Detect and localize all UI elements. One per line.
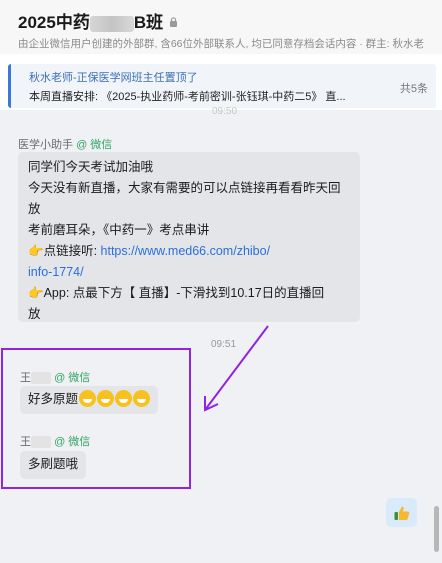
group-title[interactable]: 2025中药 B班 [18, 8, 163, 33]
link-prefix: 点链接听: [43, 244, 101, 258]
pointing-hand-icon: 👉 [28, 244, 44, 258]
message-line: 放 [28, 307, 41, 321]
redacted-text [89, 15, 134, 32]
timestamp: 09:50 [212, 106, 238, 117]
live-link[interactable]: https://www.med66.com/zhibo/ [101, 244, 271, 258]
pinned-count[interactable]: 共5条 [400, 80, 428, 96]
group-title-row: 2025中药 B班 [18, 8, 178, 33]
message-line: 考前磨耳朵，《中药一》考点串讲 [28, 223, 210, 237]
sender-name: 医学小助手 @ 微信 [18, 136, 112, 152]
group-title-suffix: B班 [133, 13, 164, 32]
pinned-by-label: 秋水老师-正保医学网班主任置顶了 [29, 72, 198, 84]
thumbs-up-icon [394, 506, 409, 520]
self-message-bubble[interactable] [386, 498, 417, 527]
sender-label: 医学小助手 [18, 139, 73, 151]
group-title-prefix: 2025中药 [18, 13, 90, 32]
wechat-tag: @ 微信 [76, 139, 113, 151]
app-instruction: App: 点最下方【 直播】-下滑找到10.17日的直播回 [43, 286, 325, 300]
lock-icon [170, 16, 178, 27]
live-link-cont[interactable]: info-1774/ [28, 265, 84, 279]
pinned-message-bar[interactable]: 秋水老师-正保医学网班主任置顶了 本周直播安排: 《2025-执业药师-考前密训… [8, 64, 436, 108]
chat-area[interactable]: 09:50 医学小助手 @ 微信 同学们今天考试加油哦 今天没有新直播，大家有需… [0, 106, 442, 563]
message-line: info-1774/ [28, 262, 350, 283]
message-line: 👉点链接听: https://www.med66.com/zhibo/ [28, 241, 350, 262]
timestamp: 09:51 [211, 339, 237, 350]
pointing-hand-icon: 👉 [28, 286, 44, 300]
group-subtitle: 由企业微信用户创建的外部群, 含66位外部联系人, 均已同意存档会话内容 · 群… [18, 38, 425, 50]
message-line: 放 [28, 202, 41, 216]
message-line: 同学们今天考试加油哦 [28, 160, 154, 174]
scrollbar-thumb[interactable] [434, 506, 439, 552]
message-line: 今天没有新直播，大家有需要的可以点链接再看看昨天回 [28, 181, 341, 195]
message-line: 👉App: 点最下方【 直播】-下滑找到10.17日的直播回 [28, 283, 350, 304]
message-bubble[interactable]: 同学们今天考试加油哦 今天没有新直播，大家有需要的可以点链接再看看昨天回 放 考… [18, 152, 360, 322]
pinned-message-text: 本周直播安排: 《2025-执业药师-考前密训-张钰琪-中药二5》 直... [29, 91, 346, 103]
highlight-annotation-box [1, 348, 191, 489]
chat-header: 2025中药 B班 由企业微信用户创建的外部群, 含66位外部联系人, 均已同意存… [0, 0, 442, 54]
